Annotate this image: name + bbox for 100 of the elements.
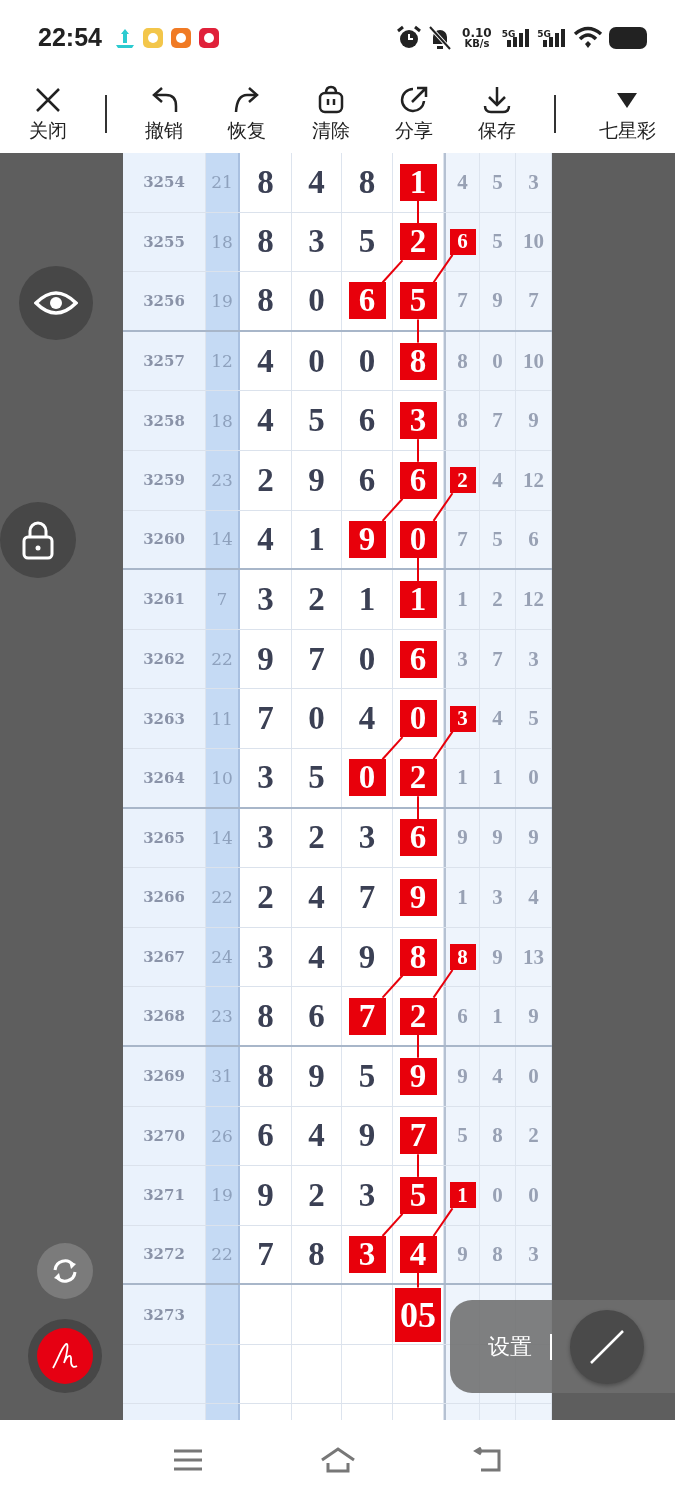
number-cell: 8: [444, 391, 480, 450]
issue-cell: 3266: [123, 868, 206, 927]
highlighted-number: 3: [399, 402, 437, 440]
highlighted-number: 6: [399, 819, 437, 857]
highlighted-number: 8: [399, 938, 437, 976]
sum-cell: 22: [206, 629, 240, 689]
toolbar-button[interactable]: 清除: [304, 84, 357, 144]
number-cell: 1: [444, 868, 480, 927]
highlighted-number: 05: [395, 1287, 441, 1342]
line-icon: [589, 1328, 625, 1365]
number-cell: 3: [480, 868, 516, 927]
back-icon[interactable]: [473, 1447, 503, 1473]
number-cell: 0: [516, 1046, 552, 1106]
line-tool-button[interactable]: [570, 1309, 644, 1384]
number-cell: 4: [516, 868, 552, 927]
toolbar-button[interactable]: 保存: [470, 84, 523, 144]
number-cell: 9: [444, 1225, 480, 1284]
number-cell: 4: [480, 689, 516, 748]
sum-cell: 14: [206, 510, 240, 569]
number-cell: 9: [516, 808, 552, 868]
number-cell: 5: [480, 153, 516, 212]
issue-cell: 3265: [123, 808, 206, 868]
issue-cell: 3272: [123, 1225, 206, 1284]
issue-cell: 3270: [123, 1106, 206, 1166]
highlighted-number: 2: [399, 223, 437, 261]
highlighted-number: 4: [399, 1236, 437, 1273]
number-cell: 1: [444, 570, 480, 629]
highlighted-number: 2: [399, 759, 437, 797]
highlighted-number: 9: [348, 520, 386, 558]
sum-cell: 19: [206, 1166, 240, 1225]
toolbar-button[interactable]: 撤销: [138, 84, 191, 144]
sum-cell: 18: [206, 391, 240, 450]
sum-cell: 11: [206, 689, 240, 748]
highlighted-number: 0: [399, 700, 437, 738]
highlighted-number: 6: [449, 228, 476, 255]
number-cell: 12: [516, 450, 552, 510]
number-cell: 0: [516, 1166, 552, 1225]
sum-cell: 31: [206, 1046, 240, 1106]
number-cell: 9: [480, 808, 516, 868]
number-cell: 1: [480, 987, 516, 1045]
highlighted-number: 6: [399, 640, 437, 678]
highlighted-number: 2: [449, 467, 476, 494]
toolbar-button[interactable]: 恢复: [221, 84, 274, 144]
number-cell: 0: [480, 331, 516, 391]
refresh-button[interactable]: [37, 1243, 93, 1299]
issue-cell: 3264: [123, 748, 206, 807]
number-cell: 8: [444, 331, 480, 391]
issue-cell: 3256: [123, 272, 206, 330]
number-cell: 3: [516, 629, 552, 689]
lottery-dropdown[interactable]: 七星彩: [587, 84, 667, 144]
number-cell: 8: [480, 1225, 516, 1284]
number-cell: 5: [444, 1106, 480, 1166]
highlighted-number: 2: [399, 997, 437, 1035]
issue-cell: 3262: [123, 629, 206, 689]
number-cell: 5: [480, 212, 516, 272]
number-cell: 5: [516, 689, 552, 748]
number-cell: 7: [480, 391, 516, 450]
app-notification-icon: [169, 26, 192, 49]
sum-cell: 12: [206, 331, 240, 391]
number-cell: 3: [516, 153, 552, 212]
number-cell: 4: [480, 450, 516, 510]
menu-icon[interactable]: [173, 1449, 203, 1471]
number-cell: 7: [516, 272, 552, 330]
number-cell: 7: [480, 629, 516, 689]
highlighted-number: 0: [348, 759, 386, 797]
wifi-icon: [573, 25, 603, 50]
highlighted-number: 5: [399, 1176, 437, 1214]
sum-cell: 23: [206, 450, 240, 510]
number-cell: 12: [516, 570, 552, 629]
number-cell: 8: [480, 1106, 516, 1166]
number-cell: 4: [444, 153, 480, 212]
number-cell: 7: [444, 272, 480, 330]
issue-cell: 3261: [123, 570, 206, 629]
scribble-icon: [50, 1341, 80, 1371]
number-cell: 6: [444, 987, 480, 1045]
number-cell: 6: [516, 510, 552, 569]
number-cell: 9: [444, 808, 480, 868]
issue-cell: 3254: [123, 153, 206, 212]
highlighted-number: 5: [399, 282, 437, 320]
toolbar-button[interactable]: 关闭: [22, 84, 74, 144]
number-cell: 9: [444, 1046, 480, 1106]
sum-cell: 10: [206, 748, 240, 807]
sum-cell: 23: [206, 987, 240, 1045]
number-cell: 7: [444, 510, 480, 569]
highlighted-number: 1: [449, 1182, 476, 1209]
sum-cell: 26: [206, 1106, 240, 1166]
toolbar-button[interactable]: 分享: [387, 84, 440, 144]
eye-icon: [34, 289, 78, 317]
number-cell: 9: [480, 272, 516, 330]
home-icon[interactable]: [320, 1447, 356, 1473]
sum-cell: [206, 1285, 240, 1344]
sum-cell: 19: [206, 272, 240, 330]
sum-cell: 24: [206, 927, 240, 987]
highlighted-number: 7: [399, 1117, 437, 1155]
highlighted-number: 3: [449, 705, 476, 732]
settings-button[interactable]: 设置: [488, 1331, 532, 1362]
sum-cell: 14: [206, 808, 240, 868]
issue-cell: 3257: [123, 331, 206, 391]
issue-cell: 3255: [123, 212, 206, 272]
network-type: 5G: [501, 28, 516, 39]
